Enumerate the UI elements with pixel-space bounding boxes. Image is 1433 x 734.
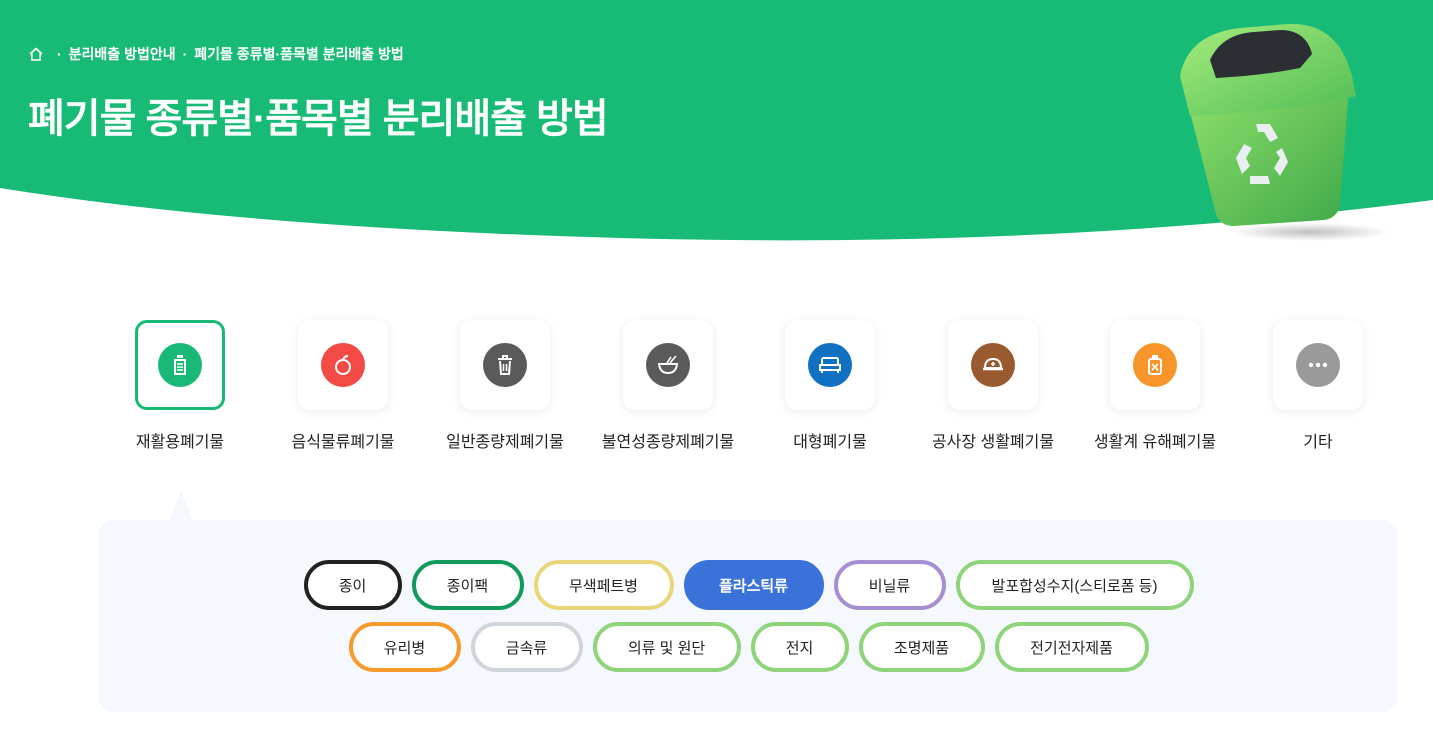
breadcrumb-item-current[interactable]: 폐기물 종류별·품목별 분리배출 방법 — [194, 44, 404, 64]
item-row: 유리병 금속류 의류 및 원단 전지 조명제품 전기전자제품 — [99, 622, 1398, 672]
page-title: 폐기물 종류별·품목별 분리배출 방법 — [28, 97, 609, 141]
item-row: 종이 종이팩 무색페트병 플라스틱류 비닐류 발포합성수지(스티로폼 등) — [99, 560, 1398, 610]
hazard-bottle-icon — [1133, 343, 1177, 387]
item-chip-electronics[interactable]: 전기전자제품 — [994, 622, 1149, 672]
waste-category-list: 재활용폐기물 음식물류폐기물 일반종량제폐기물 불연성종량제폐기물 대형폐기물 … — [98, 320, 1398, 460]
category-label: 일반종량제폐기물 — [446, 434, 564, 451]
category-hazardous[interactable]: 생활계 유해폐기물 — [1065, 320, 1245, 452]
category-food[interactable]: 음식물류폐기물 — [253, 320, 433, 452]
item-chip-clear-pet[interactable]: 무색페트병 — [533, 560, 674, 610]
category-card[interactable] — [135, 320, 225, 410]
breadcrumb-item-guide[interactable]: 분리배출 방법안내 — [69, 44, 176, 64]
breadcrumb-separator: · — [57, 46, 62, 62]
item-chip-metal[interactable]: 금속류 — [470, 622, 583, 672]
item-chip-plastics[interactable]: 플라스틱류 — [683, 560, 824, 610]
bed-icon — [808, 343, 852, 387]
hero-banner: · 분리배출 방법안내 · 폐기물 종류별·품목별 분리배출 방법 폐기물 종류… — [0, 0, 1433, 245]
item-chip-battery[interactable]: 전지 — [750, 622, 849, 672]
category-label: 기타 — [1303, 434, 1333, 451]
more-icon — [1296, 343, 1340, 387]
helmet-icon — [971, 343, 1015, 387]
category-card[interactable] — [1110, 320, 1200, 410]
bottle-icon — [158, 343, 202, 387]
category-card[interactable] — [1273, 320, 1363, 410]
category-label: 불연성종량제폐기물 — [601, 434, 735, 451]
category-label: 생활계 유해폐기물 — [1093, 434, 1217, 451]
category-recyclable[interactable]: 재활용폐기물 — [90, 320, 270, 452]
item-chip-vinyl[interactable]: 비닐류 — [833, 560, 946, 610]
breadcrumb-separator: · — [182, 46, 188, 62]
apple-icon — [321, 343, 365, 387]
item-chip-paper-pack[interactable]: 종이팩 — [411, 560, 524, 610]
bowl-icon — [646, 343, 690, 387]
category-other[interactable]: 기타 — [1228, 320, 1408, 452]
category-label: 공사장 생활폐기물 — [931, 434, 1055, 451]
item-chip-styrofoam[interactable]: 발포합성수지(스티로폼 등) — [955, 560, 1194, 610]
panel-pointer — [168, 490, 194, 522]
category-label: 재활용폐기물 — [135, 434, 225, 451]
recyclable-items-panel: 종이 종이팩 무색페트병 플라스틱류 비닐류 발포합성수지(스티로폼 등) 유리… — [99, 520, 1398, 712]
category-card[interactable] — [623, 320, 713, 410]
category-card[interactable] — [785, 320, 875, 410]
trash-icon — [483, 343, 527, 387]
category-general[interactable]: 일반종량제폐기물 — [415, 320, 595, 452]
category-construction[interactable]: 공사장 생활폐기물 — [903, 320, 1083, 452]
home-icon[interactable] — [28, 46, 44, 62]
category-nonflammable[interactable]: 불연성종량제폐기물 — [578, 320, 758, 452]
breadcrumb: · 분리배출 방법안내 · 폐기물 종류별·품목별 분리배출 방법 — [28, 44, 404, 64]
item-chip-lighting[interactable]: 조명제품 — [858, 622, 985, 672]
item-chip-glass-bottle[interactable]: 유리병 — [348, 622, 461, 672]
category-card[interactable] — [948, 320, 1038, 410]
category-label: 대형폐기물 — [793, 434, 867, 451]
category-label: 음식물류폐기물 — [291, 434, 395, 451]
category-bulky[interactable]: 대형폐기물 — [740, 320, 920, 452]
item-chip-clothing[interactable]: 의류 및 원단 — [592, 622, 741, 672]
item-chip-paper[interactable]: 종이 — [303, 560, 402, 610]
category-card[interactable] — [298, 320, 388, 410]
recycle-bin-illustration — [1180, 23, 1390, 241]
category-card[interactable] — [460, 320, 550, 410]
